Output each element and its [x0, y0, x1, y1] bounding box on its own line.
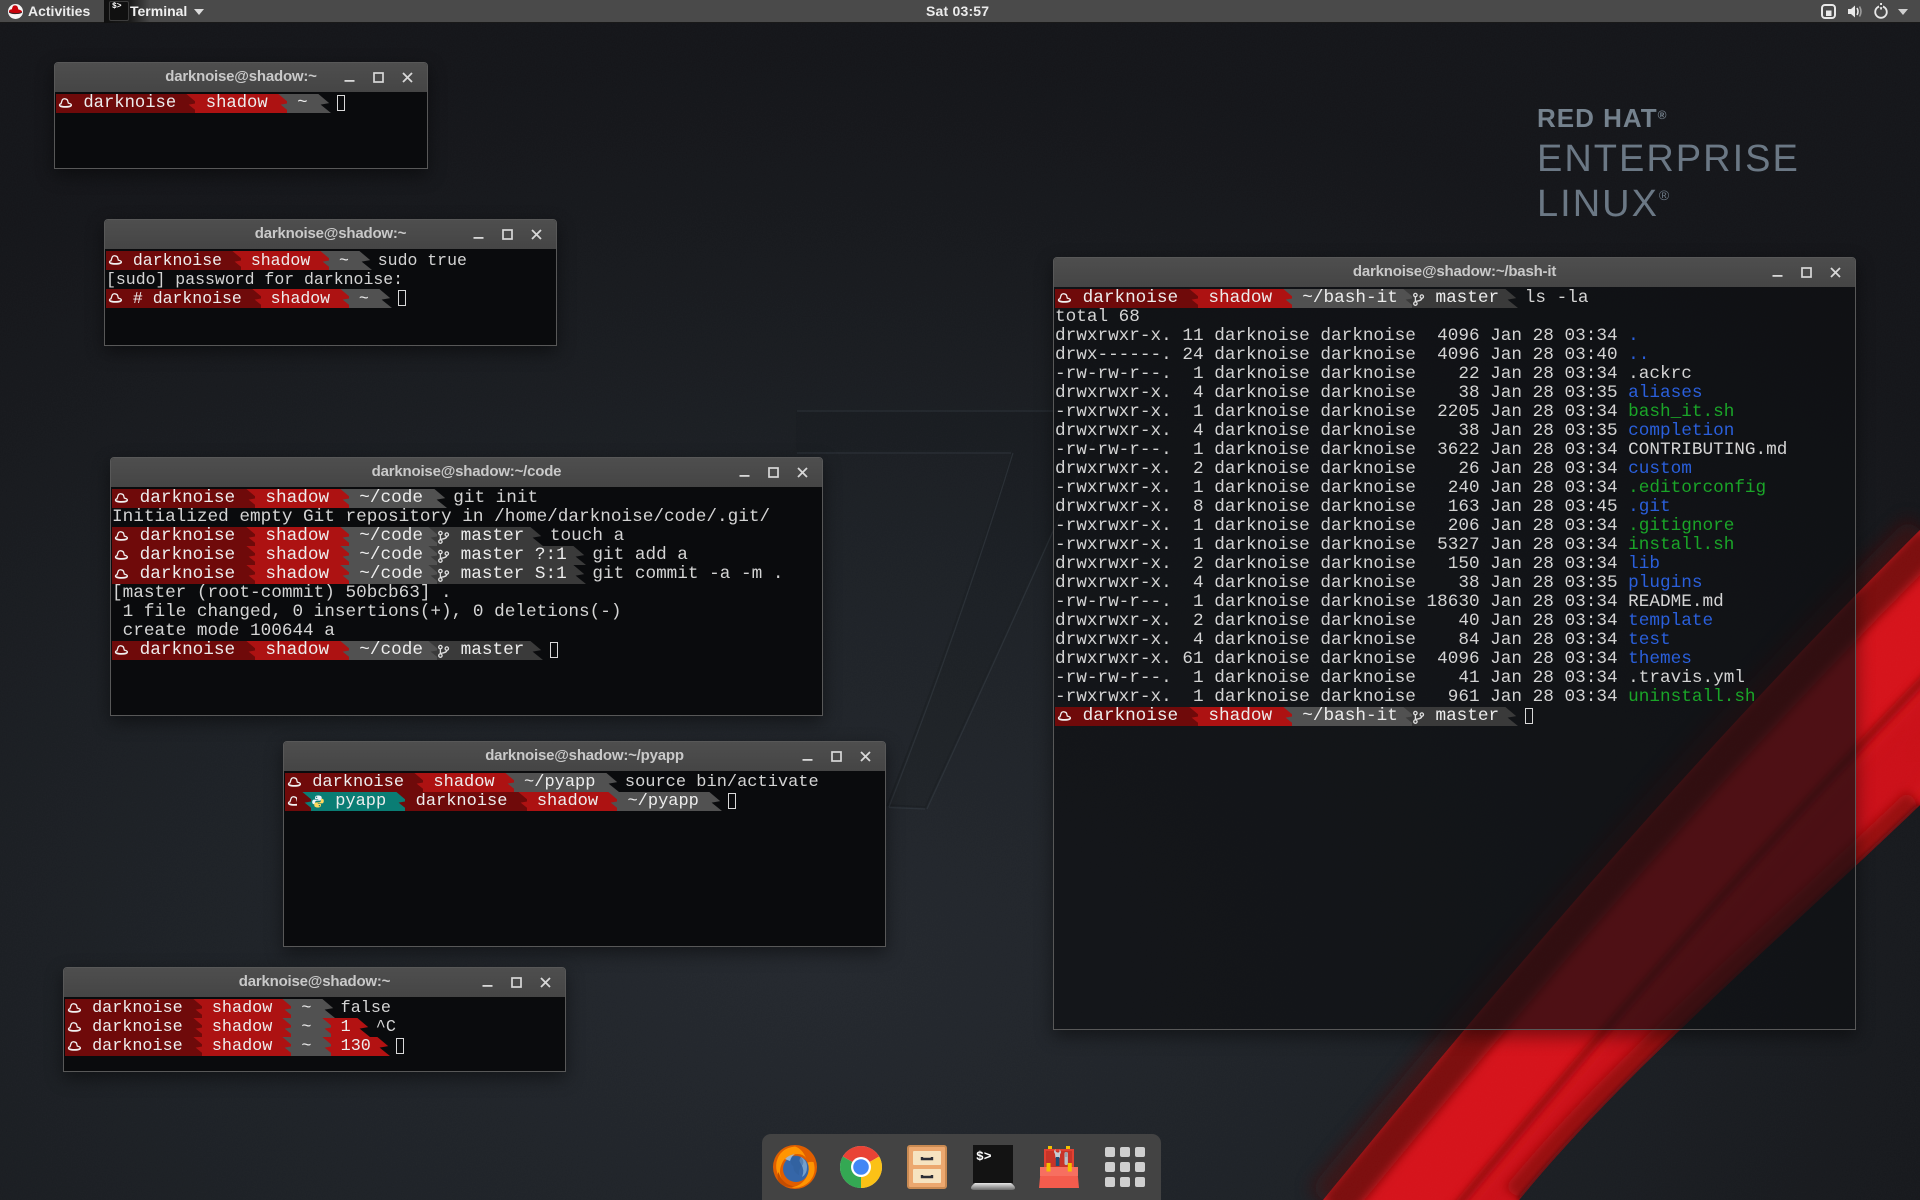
svg-text:$>: $>: [976, 1149, 992, 1164]
